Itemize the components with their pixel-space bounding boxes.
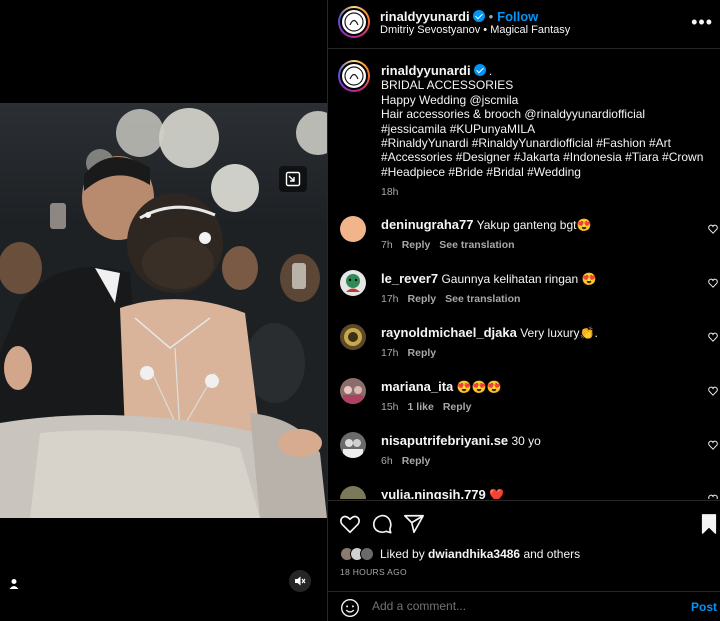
post-header: rinaldyyunardi • Follow Dmitriy Sevostyano…: [328, 0, 720, 49]
commenter-avatar[interactable]: [340, 432, 366, 458]
see-translation-button[interactable]: See translation: [439, 239, 514, 251]
like-comment-heart-icon[interactable]: [708, 332, 718, 342]
verified-badge-icon: [472, 10, 485, 22]
separator-dot: •: [488, 9, 494, 24]
mute-button[interactable]: [289, 570, 311, 592]
commenter-avatar[interactable]: [340, 324, 366, 350]
comment-time: 6h: [381, 455, 393, 467]
verified-badge-icon: [473, 64, 486, 76]
post-video[interactable]: [0, 103, 327, 518]
caption-line: #jessicamila #KUPunyaMILA: [381, 121, 536, 136]
commenter-username[interactable]: deninugraha77: [381, 217, 473, 232]
caption-username[interactable]: rinaldyyunardi: [381, 63, 471, 78]
commenter-username[interactable]: le_rever7: [381, 271, 438, 286]
commenter-avatar[interactable]: [340, 378, 366, 404]
caption-line: #RinaldyYunardi #RinaldyYunardiofficial …: [381, 136, 671, 151]
comment-time: 17h: [381, 293, 399, 305]
more-options-button[interactable]: •••: [691, 12, 713, 33]
comment-bubble-icon[interactable]: [371, 513, 393, 535]
comment-item: nisaputrifebriyani.se 30 yo 6h Reply: [340, 432, 718, 484]
reply-button[interactable]: Reply: [443, 401, 472, 413]
comment-item: mariana_ita 😍😍😍 15h 1 like Reply: [340, 378, 718, 430]
comment-text: Gaunnya kelihatan ringan 😍: [441, 272, 597, 286]
commenter-avatar[interactable]: [340, 270, 366, 296]
comment-item: deninugraha77 Yakup ganteng bgt😍 7h Reply…: [340, 216, 718, 268]
caption-line: BRIDAL ACCESSORIES: [381, 78, 514, 93]
comment-text: Very luxury👏.: [520, 326, 598, 340]
like-comment-heart-icon[interactable]: [708, 386, 718, 396]
media-pane: [0, 0, 327, 621]
caption-line: Hair accessories & brooch @rinaldyyunard…: [381, 107, 646, 122]
reply-button[interactable]: Reply: [402, 239, 431, 251]
author-username[interactable]: rinaldyyunardi: [380, 9, 470, 24]
post-actions: Liked by dwiandhika3486 and others 18 HO…: [328, 500, 720, 621]
avatar-illustration: [343, 439, 363, 458]
comment-time: 7h: [381, 239, 393, 251]
speaker-muted-icon: [295, 576, 306, 586]
like-comment-heart-icon[interactable]: [708, 278, 718, 288]
avatar-illustration: [343, 386, 363, 404]
picture-in-picture-icon: [285, 171, 301, 187]
comment-item: le_rever7 Gaunnya kelihatan ringan 😍 17h…: [340, 270, 718, 322]
liker-avatar: [360, 547, 374, 561]
avatar-illustration: [346, 274, 360, 292]
comment-text: 30 yo: [511, 434, 541, 448]
person-icon: [9, 579, 19, 589]
post-comment-button[interactable]: Post: [691, 600, 717, 614]
comment-text: Yakup ganteng bgt😍: [476, 218, 592, 232]
comment-time: 17h: [381, 347, 399, 359]
brand-logo-icon: [344, 12, 364, 32]
comment-item: raynoldmichael_djaka Very luxury👏. 17h Re…: [340, 324, 718, 376]
like-comment-heart-icon[interactable]: [708, 494, 718, 499]
caption-line: #Headpiece #Bride #Bridal #Wedding: [381, 164, 581, 179]
author-avatar[interactable]: [338, 6, 370, 38]
comment-time: 15h: [381, 401, 399, 413]
commenter-username[interactable]: yulia.ningsih.779: [381, 487, 486, 499]
reply-button[interactable]: Reply: [402, 455, 431, 467]
caption-line: Happy Wedding @jscmila: [381, 92, 519, 107]
commenter-avatar[interactable]: [340, 486, 366, 499]
caption-time: 18h: [381, 186, 399, 199]
post-side-panel: rinaldyyunardi • Follow Dmitriy Sevostyano…: [327, 0, 720, 621]
comment-item: yulia.ningsih.779 ❤️: [340, 486, 718, 499]
comment-input[interactable]: [372, 599, 672, 613]
commenter-username[interactable]: raynoldmichael_djaka: [381, 325, 517, 340]
liked-by-summary[interactable]: Liked by dwiandhika3486 and others: [340, 547, 580, 561]
post-timestamp: 18 HOURS AGO: [340, 567, 407, 577]
audio-attribution[interactable]: Dmitriy Sevostyanov • Magical Fantasy: [380, 24, 570, 36]
commenter-avatar[interactable]: [340, 216, 366, 242]
more-horizontal-icon: •••: [691, 12, 713, 32]
comment-like-count[interactable]: 1 like: [408, 401, 434, 413]
caption-text: rinaldyyunardi . BRIDAL ACCESSORIES Happ…: [381, 63, 711, 200]
reply-button[interactable]: Reply: [408, 293, 437, 305]
add-comment-bar: Post: [328, 591, 720, 621]
follow-button[interactable]: Follow: [497, 9, 538, 24]
like-comment-heart-icon[interactable]: [708, 440, 718, 450]
liked-by-suffix[interactable]: and others: [523, 547, 580, 561]
tagged-people-button[interactable]: [6, 576, 22, 592]
brand-logo-icon: [344, 66, 364, 86]
picture-in-picture-button[interactable]: [279, 166, 307, 192]
reply-button[interactable]: Reply: [408, 347, 437, 359]
liked-by-prefix: Liked by: [380, 547, 425, 561]
commenter-username[interactable]: nisaputrifebriyani.se: [381, 433, 508, 448]
emoji-icon[interactable]: [340, 598, 360, 618]
liked-by-user[interactable]: dwiandhika3486: [428, 547, 520, 561]
video-frame: [0, 108, 327, 518]
caption-avatar[interactable]: [338, 60, 370, 92]
comments-list[interactable]: rinaldyyunardi . BRIDAL ACCESSORIES Happ…: [328, 50, 720, 499]
caption-line: #Accessories #Designer #Jakarta #Indones…: [381, 150, 704, 165]
commenter-username[interactable]: mariana_ita: [381, 379, 453, 394]
see-translation-button[interactable]: See translation: [445, 293, 520, 305]
avatar-illustration: [344, 328, 362, 346]
share-paper-plane-icon[interactable]: [403, 513, 425, 535]
comment-text: 😍😍😍: [456, 380, 502, 394]
caption-suffix: .: [488, 64, 493, 78]
like-comment-heart-icon[interactable]: [708, 224, 718, 234]
comment-text: ❤️: [489, 488, 505, 499]
like-heart-icon[interactable]: [339, 513, 361, 535]
save-bookmark-icon[interactable]: [698, 513, 720, 535]
